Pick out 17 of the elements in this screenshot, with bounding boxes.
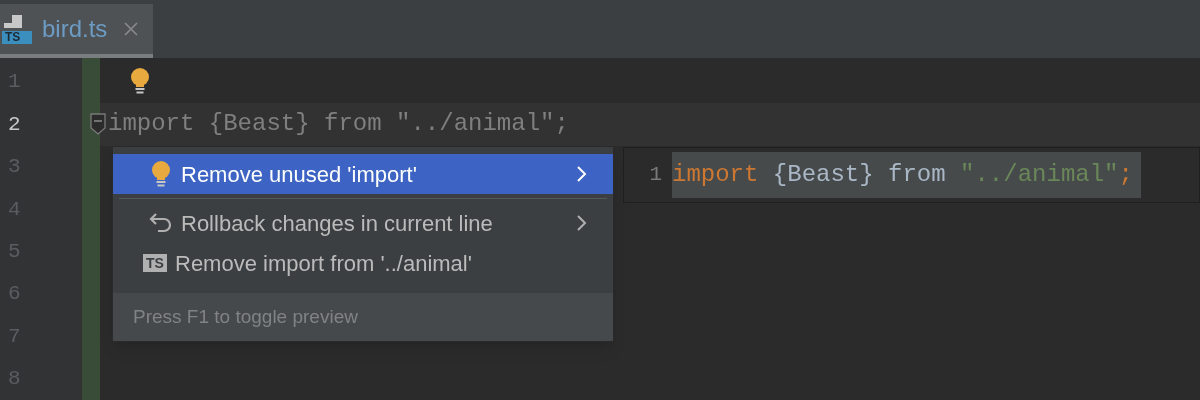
line-number: 2 — [8, 111, 21, 138]
close-icon[interactable] — [123, 21, 140, 37]
lightbulb-icon — [130, 66, 150, 95]
code-line: import {Beast} from "../animal"; — [108, 109, 569, 140]
file-type-badge: TS — [143, 254, 167, 272]
undo-icon — [148, 211, 174, 235]
file-icon — [2, 14, 22, 29]
menu-item[interactable]: Remove unused 'import' — [113, 154, 613, 194]
menu-item[interactable]: Rollback changes in current line — [113, 203, 613, 243]
file-tab[interactable]: TS bird.ts — [0, 4, 153, 58]
menu-item[interactable]: TS Remove import from '../animal' — [113, 243, 613, 283]
tab-label: bird.ts — [42, 14, 108, 44]
lightbulb-icon — [151, 160, 171, 188]
fold-icon[interactable] — [90, 113, 106, 136]
hint-text: Press F1 to toggle preview — [133, 304, 358, 329]
line-number: 1 — [648, 162, 663, 189]
file-type-badge: TS — [2, 30, 32, 44]
